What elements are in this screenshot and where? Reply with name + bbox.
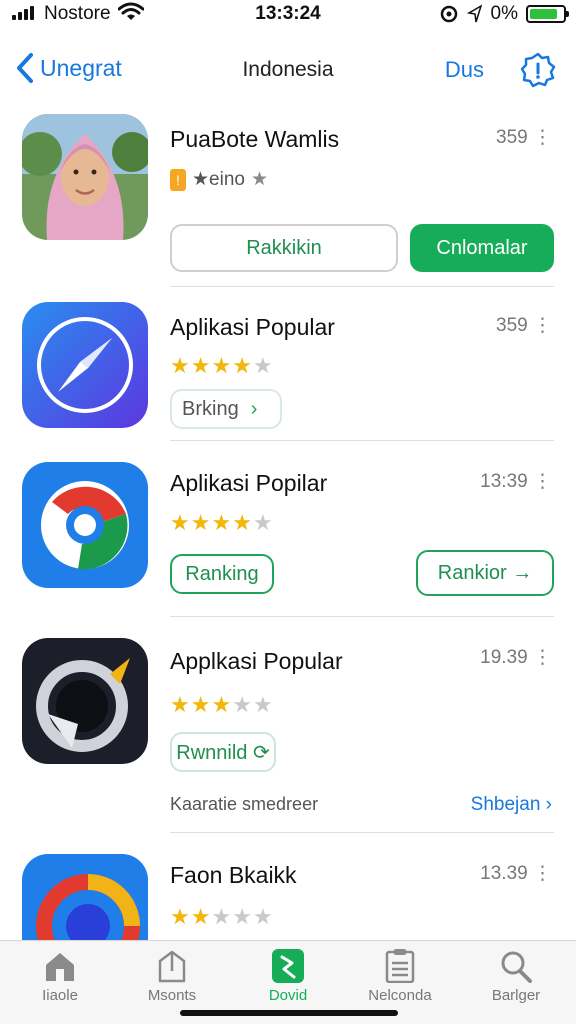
star-icon: ★ (232, 353, 252, 378)
app-name: Applkasi Popular (170, 648, 343, 674)
compass-icon (22, 302, 148, 428)
colorful-ring-icon (22, 854, 148, 940)
star-icon: ★ (252, 692, 273, 717)
star-icon: ★ (211, 353, 232, 378)
app-meta: 19.39 ⋮ (480, 646, 552, 669)
app-name: PuaBote Wamlis (170, 126, 340, 152)
app-name: Aplikasi Popilar (170, 470, 328, 496)
battery-percent: 0% (490, 3, 518, 24)
list-icon (385, 949, 415, 983)
star-icon: ★ (211, 904, 232, 929)
tab-label: Msonts (147, 987, 197, 1004)
more-dots-icon: ⋮ (533, 863, 552, 884)
star-icon: ★ (170, 353, 190, 378)
divider (170, 286, 554, 287)
star-icon: ★ (170, 510, 190, 535)
app-meta-value: 13:39 (480, 471, 528, 492)
location-arrow-icon (466, 4, 482, 23)
rating-stars: ★ ★ ★ ★ ★ (170, 694, 273, 716)
app-meta: 13:39 ⋮ (480, 470, 552, 493)
award-icon: ! (170, 168, 186, 191)
star-icon: ★ (252, 510, 273, 535)
ranking-action-button[interactable]: Rankior → (416, 550, 554, 596)
home-indicator[interactable] (180, 1010, 398, 1016)
tab-home[interactable]: Iiaole (10, 949, 110, 1019)
page-title: Indonesia (242, 58, 334, 81)
more-dots-icon: ⋮ (533, 471, 552, 492)
star-icon: ★ (170, 692, 190, 717)
rating-stars: ★ ★ ★ ★ ★ (170, 355, 273, 377)
app-meta-value: 359 (496, 315, 528, 336)
star-icon: ★ (211, 692, 232, 717)
app-meta: 359 ⋮ (496, 314, 552, 337)
chevron-right-icon: › (545, 794, 552, 815)
app-name: Faon Bkaikk (170, 862, 297, 888)
tag-label: Brking (182, 397, 239, 420)
ring-icon (22, 462, 148, 588)
rating-stars: ★ ★ ★ ★ ★ (170, 906, 273, 928)
battery-fill (530, 9, 558, 19)
dark-ring-icon (22, 638, 148, 764)
star-icon: ★ (190, 510, 211, 535)
star-icon: ★ (232, 510, 252, 535)
app-meta-value: 13.39 (480, 863, 528, 884)
tab-label: Iiaole (42, 987, 78, 1004)
app-meta: 359 ⋮ (496, 126, 552, 149)
divider (170, 616, 554, 617)
app-meta: 13.39 ⋮ (480, 862, 552, 885)
home-icon (46, 953, 74, 981)
star-icon: ★ (190, 353, 211, 378)
tab-label: Nelconda (368, 987, 432, 1004)
app-name: Aplikasi Popular (170, 314, 335, 340)
tab-apps[interactable]: Dovid (238, 949, 338, 1019)
more-dots-icon: ⋮ (533, 647, 552, 668)
tag-button[interactable]: Brking › (170, 389, 282, 429)
status-bar: Nostore 13:3:24 0% (0, 0, 576, 30)
tab-label: Dovid (268, 987, 308, 1004)
star-icon: ★ (170, 904, 190, 929)
status-right: 0% (439, 3, 569, 25)
tab-search[interactable]: Barlger (466, 949, 566, 1019)
rank-button[interactable]: Rakkikin (170, 224, 398, 272)
star-icon: ★ (211, 510, 232, 535)
star-icon: ★ (190, 692, 211, 717)
book-icon (158, 950, 186, 983)
navigation-bar: Unegrat Indonesia Dus (0, 44, 576, 94)
app-rating-row: ! ★eino ★ (170, 168, 268, 191)
battery-icon (526, 5, 569, 23)
search-icon (501, 951, 532, 983)
more-dots-icon: ⋮ (533, 127, 552, 148)
app-footer-text: Kaaratie smedreer (170, 794, 319, 814)
app-meta-value: 359 (496, 127, 528, 148)
rating-stars: ★ ★ ★ ★ ★ (170, 512, 273, 534)
tag-button[interactable]: Rwnnild ⟳ (170, 732, 276, 772)
divider (170, 440, 554, 441)
ranking-button[interactable]: Ranking (170, 554, 274, 594)
portrait-photo-icon (22, 114, 148, 240)
star-icon: ★ (250, 169, 269, 190)
chevron-right-icon: › (250, 397, 258, 420)
star-icon: ★ (232, 904, 252, 929)
nav-action-button[interactable]: Dus (445, 57, 484, 83)
location-lock-icon (440, 5, 457, 23)
star-icon: ★ (190, 904, 211, 929)
download-button[interactable]: Cnlomalar (410, 224, 554, 272)
star-icon: ★ (252, 353, 273, 378)
divider (170, 832, 554, 833)
rating-text: ★eino (192, 169, 245, 190)
tab-book[interactable]: Msonts (122, 949, 222, 1019)
more-dots-icon: ⋮ (533, 315, 552, 336)
settings-badge-icon[interactable] (520, 52, 556, 88)
tab-list[interactable]: Nelconda (350, 949, 450, 1019)
app-meta-value: 19.39 (480, 647, 528, 668)
app-footer-link[interactable]: Shbejan › (471, 794, 552, 816)
footer-link-label: Shbejan (470, 794, 541, 815)
apps-icon (272, 949, 304, 983)
star-icon: ★ (232, 692, 252, 717)
tab-label: Barlger (491, 987, 541, 1004)
star-icon: ★ (252, 904, 273, 929)
